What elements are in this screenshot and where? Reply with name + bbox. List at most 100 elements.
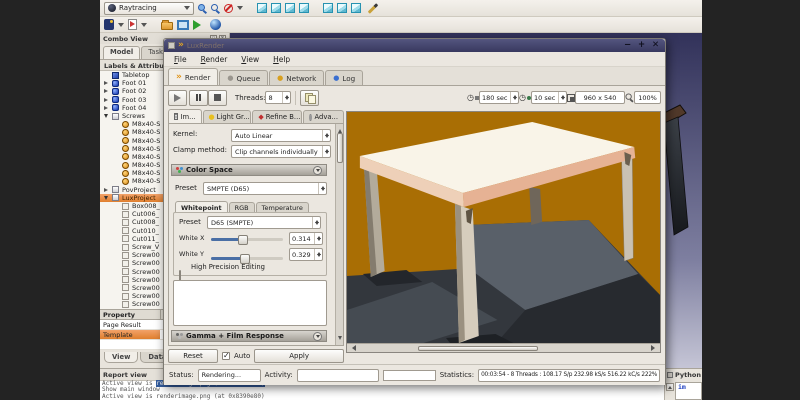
write-interval-stepper[interactable]: 180 sec bbox=[479, 91, 520, 104]
panel-tab[interactable]: Adva... bbox=[302, 110, 344, 123]
colorspace-section-header[interactable]: Color Space bbox=[171, 164, 327, 176]
whitepoint-preset-select[interactable]: D65 (SMPTE) bbox=[207, 216, 321, 229]
bottom-tab[interactable]: View bbox=[104, 352, 139, 363]
combo-arrows[interactable] bbox=[318, 183, 326, 194]
scroll-down-arrow[interactable] bbox=[337, 336, 342, 342]
combo-arrows[interactable] bbox=[322, 130, 330, 141]
scrollbar-thumb[interactable] bbox=[418, 345, 538, 351]
scroll-left-arrow[interactable] bbox=[349, 345, 356, 351]
tree-expand-arrow[interactable] bbox=[104, 112, 112, 120]
clamp-method-select[interactable]: Clip channels individually bbox=[231, 145, 331, 158]
luxrender-tab[interactable]: Render bbox=[168, 68, 219, 85]
new-document-icon[interactable] bbox=[104, 19, 114, 30]
cube-view-icon-4[interactable] bbox=[299, 3, 309, 13]
panel-tab[interactable]: Im... bbox=[168, 109, 202, 123]
zoom-icon[interactable] bbox=[211, 3, 220, 13]
spin-arrows[interactable] bbox=[314, 249, 322, 260]
white-y-stepper[interactable]: 0.329 bbox=[289, 248, 323, 261]
tree-expand-arrow[interactable] bbox=[104, 98, 112, 102]
tree-expand-arrow[interactable] bbox=[104, 188, 112, 192]
render-horizontal-scrollbar[interactable] bbox=[347, 343, 660, 352]
cube-view-icon-6[interactable] bbox=[337, 3, 347, 13]
gamma-section-header[interactable]: Gamma + Film Response bbox=[171, 330, 327, 342]
luxrender-titlebar[interactable]: » LuxRender − + ✕ bbox=[164, 39, 665, 52]
luxrender-tab[interactable]: Network bbox=[269, 70, 325, 85]
spin-arrows[interactable] bbox=[510, 92, 518, 103]
panel-scrollbar[interactable] bbox=[335, 124, 343, 345]
scroll-up-button[interactable] bbox=[666, 383, 674, 391]
threads-stepper[interactable]: 8 bbox=[265, 91, 292, 104]
cube-view-icon-5[interactable] bbox=[323, 3, 333, 13]
menu-item[interactable]: File bbox=[167, 55, 194, 64]
zoom-tool-icon[interactable] bbox=[625, 93, 633, 101]
white-x-slider[interactable] bbox=[211, 234, 283, 245]
no-navigation-icon[interactable] bbox=[224, 3, 233, 13]
python-console-input[interactable]: im bbox=[675, 382, 702, 400]
kernel-select[interactable]: Auto Linear bbox=[231, 129, 331, 142]
resume-render-button[interactable] bbox=[168, 89, 187, 106]
tab-label: Model bbox=[110, 48, 134, 56]
folder-icon[interactable] bbox=[161, 20, 173, 30]
close-button[interactable]: ✕ bbox=[650, 40, 661, 51]
resize-icon[interactable] bbox=[567, 93, 575, 102]
combo-view-tab[interactable]: Model bbox=[103, 46, 141, 59]
tree-item-label: Screw00 bbox=[132, 275, 160, 284]
panel-tab[interactable]: Refine B... bbox=[252, 110, 302, 123]
cube-view-icon-1[interactable] bbox=[257, 3, 267, 13]
pause-render-button[interactable] bbox=[189, 89, 208, 106]
activity-progress-bar bbox=[382, 369, 436, 381]
export-document-icon[interactable] bbox=[128, 19, 137, 30]
white-x-stepper[interactable]: 0.314 bbox=[289, 232, 323, 245]
white-y-slider[interactable] bbox=[211, 253, 283, 264]
cube-view-icon-3[interactable] bbox=[285, 3, 295, 13]
tree-expand-arrow[interactable] bbox=[104, 194, 112, 202]
tree-expand-arrow[interactable] bbox=[104, 89, 112, 93]
combo-arrows[interactable] bbox=[312, 217, 320, 228]
menu-item[interactable]: Help bbox=[266, 55, 297, 64]
tree-item-label: Cut010_ bbox=[132, 226, 159, 235]
pencil-icon[interactable] bbox=[367, 2, 379, 14]
scrollbar-thumb[interactable] bbox=[337, 133, 343, 163]
report-line[interactable]: Active view is renderimage.png (at 0x839… bbox=[100, 393, 702, 400]
spin-arrows[interactable] bbox=[558, 92, 566, 103]
green-arrow-icon[interactable] bbox=[193, 19, 206, 30]
collapse-chevron-icon[interactable] bbox=[313, 331, 322, 341]
luxrender-tab[interactable]: Queue bbox=[219, 70, 269, 85]
chevron-down-icon[interactable] bbox=[237, 6, 243, 13]
menu-item[interactable]: Render bbox=[194, 55, 235, 64]
spin-arrows[interactable] bbox=[314, 233, 322, 244]
maximize-button[interactable]: + bbox=[636, 40, 647, 51]
imaging-panel: Kernel: Auto Linear Clamp method: Clip c… bbox=[168, 124, 344, 346]
window-menu-icon[interactable] bbox=[168, 42, 175, 49]
tree-expand-arrow[interactable] bbox=[104, 106, 112, 110]
chevron-down-icon[interactable] bbox=[118, 22, 124, 30]
workbench-selector[interactable]: Raytracing bbox=[104, 1, 194, 15]
stop-render-button[interactable] bbox=[208, 89, 227, 106]
luxrender-tab[interactable]: Log bbox=[325, 70, 364, 85]
collapse-chevron-icon[interactable] bbox=[313, 165, 322, 175]
panel-tab[interactable]: Light Gr... bbox=[202, 110, 252, 123]
copy-image-button[interactable] bbox=[300, 89, 320, 106]
apply-button[interactable]: Apply bbox=[254, 349, 344, 363]
render-view[interactable] bbox=[346, 111, 661, 353]
colorspace-preset-select[interactable]: SMPTE (D65) bbox=[203, 182, 327, 195]
cube-view-icon-7[interactable] bbox=[351, 3, 361, 13]
tree-item-icon bbox=[112, 104, 119, 112]
cube-view-icon-2[interactable] bbox=[271, 3, 281, 13]
render-sphere-icon[interactable] bbox=[210, 19, 221, 30]
tree-item-icon bbox=[122, 276, 129, 284]
zoom-region-icon[interactable] bbox=[198, 3, 207, 13]
display-interval-stepper[interactable]: 10 sec bbox=[531, 91, 567, 104]
scroll-right-arrow[interactable] bbox=[651, 345, 658, 351]
tree-expand-arrow[interactable] bbox=[104, 81, 112, 85]
reset-button[interactable]: Reset bbox=[168, 349, 218, 363]
spin-arrows[interactable] bbox=[282, 92, 290, 103]
minimize-button[interactable]: − bbox=[622, 40, 633, 51]
menu-item[interactable]: View bbox=[234, 55, 266, 64]
write-interval-icon: ◷ bbox=[467, 93, 480, 102]
combo-arrows[interactable] bbox=[322, 146, 330, 157]
auto-checkbox[interactable] bbox=[222, 351, 230, 360]
chevron-down-icon[interactable] bbox=[141, 22, 147, 30]
property-name bbox=[100, 340, 160, 349]
image-frame-icon[interactable] bbox=[177, 19, 189, 30]
